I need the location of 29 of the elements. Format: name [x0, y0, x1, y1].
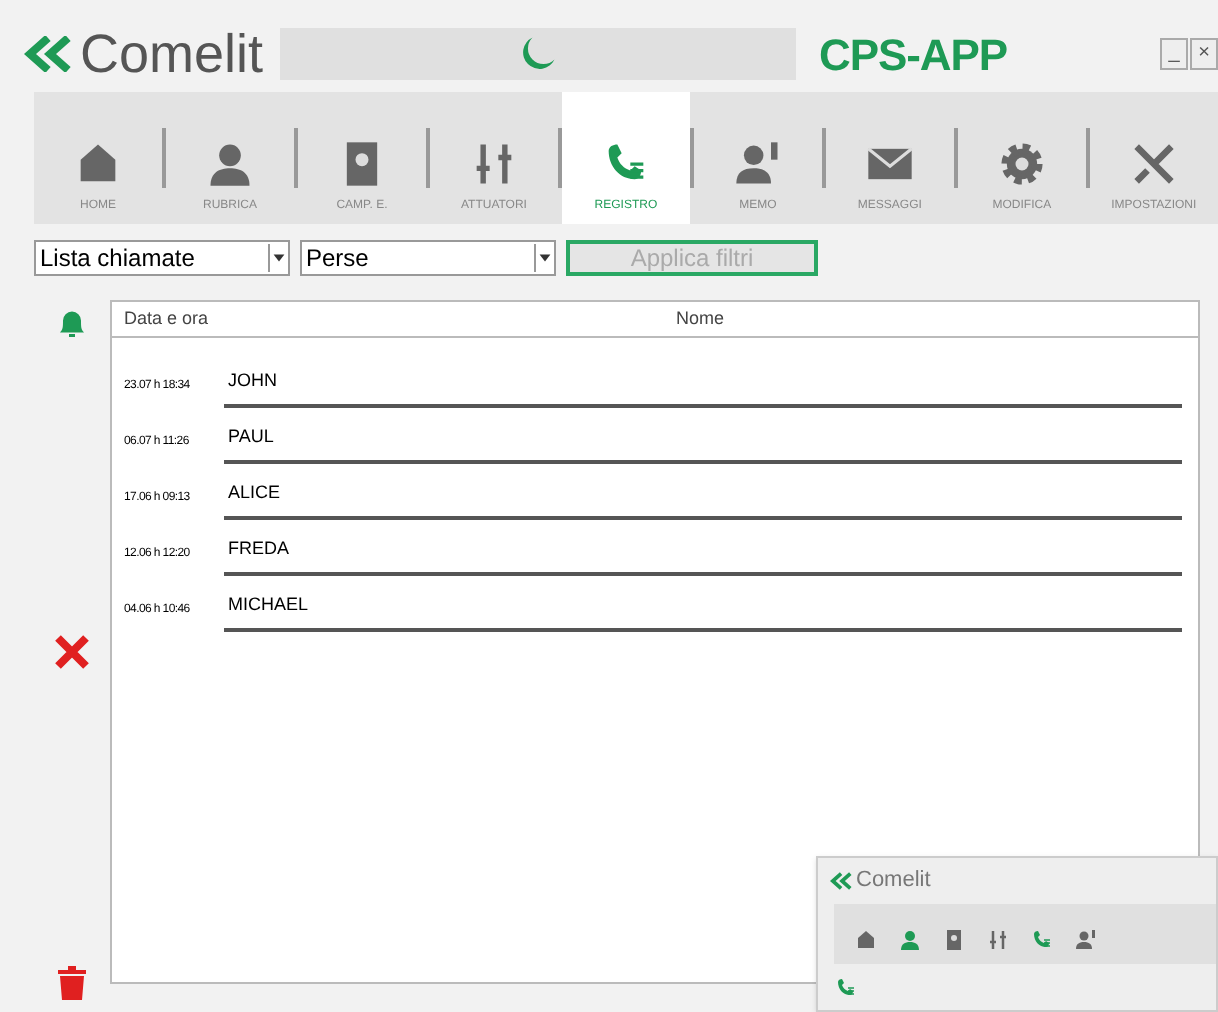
person-icon — [898, 927, 922, 951]
name-cell: JOHN — [224, 367, 1182, 408]
app-title: CPS-APP — [819, 27, 1007, 83]
name-cell: ALICE — [224, 479, 1182, 520]
memo-icon — [1074, 927, 1098, 951]
memo-icon — [731, 138, 784, 190]
name-cell: MICHAEL — [224, 591, 1182, 632]
minimize-button[interactable]: _ — [1160, 38, 1188, 70]
home-icon — [854, 927, 878, 951]
phone-icon — [834, 975, 858, 999]
chevron-logo-icon — [830, 871, 854, 890]
panel-icon — [942, 927, 966, 951]
phone-icon — [1030, 927, 1054, 951]
logo-text: Comelit — [80, 27, 264, 81]
column-header[interactable]: Data e ora — [112, 305, 232, 333]
caret-icon — [268, 244, 288, 272]
caret-icon — [534, 244, 554, 272]
sliders-icon — [986, 927, 1010, 951]
list-dropdown[interactable]: Lista chiamate — [34, 240, 290, 276]
close-button[interactable]: × — [1190, 38, 1218, 70]
trash-icon[interactable] — [56, 964, 88, 1000]
name-cell: PAUL — [224, 423, 1182, 464]
gear-icon — [995, 138, 1048, 190]
delete-x-icon[interactable] — [52, 632, 92, 672]
name-cell: FREDA — [224, 535, 1182, 576]
inset-logo-text: Comelit — [856, 866, 931, 896]
chevron-logo-icon — [24, 36, 76, 72]
call-type-dropdown[interactable]: Perse — [300, 240, 556, 276]
column-header[interactable]: Nome — [676, 305, 725, 333]
